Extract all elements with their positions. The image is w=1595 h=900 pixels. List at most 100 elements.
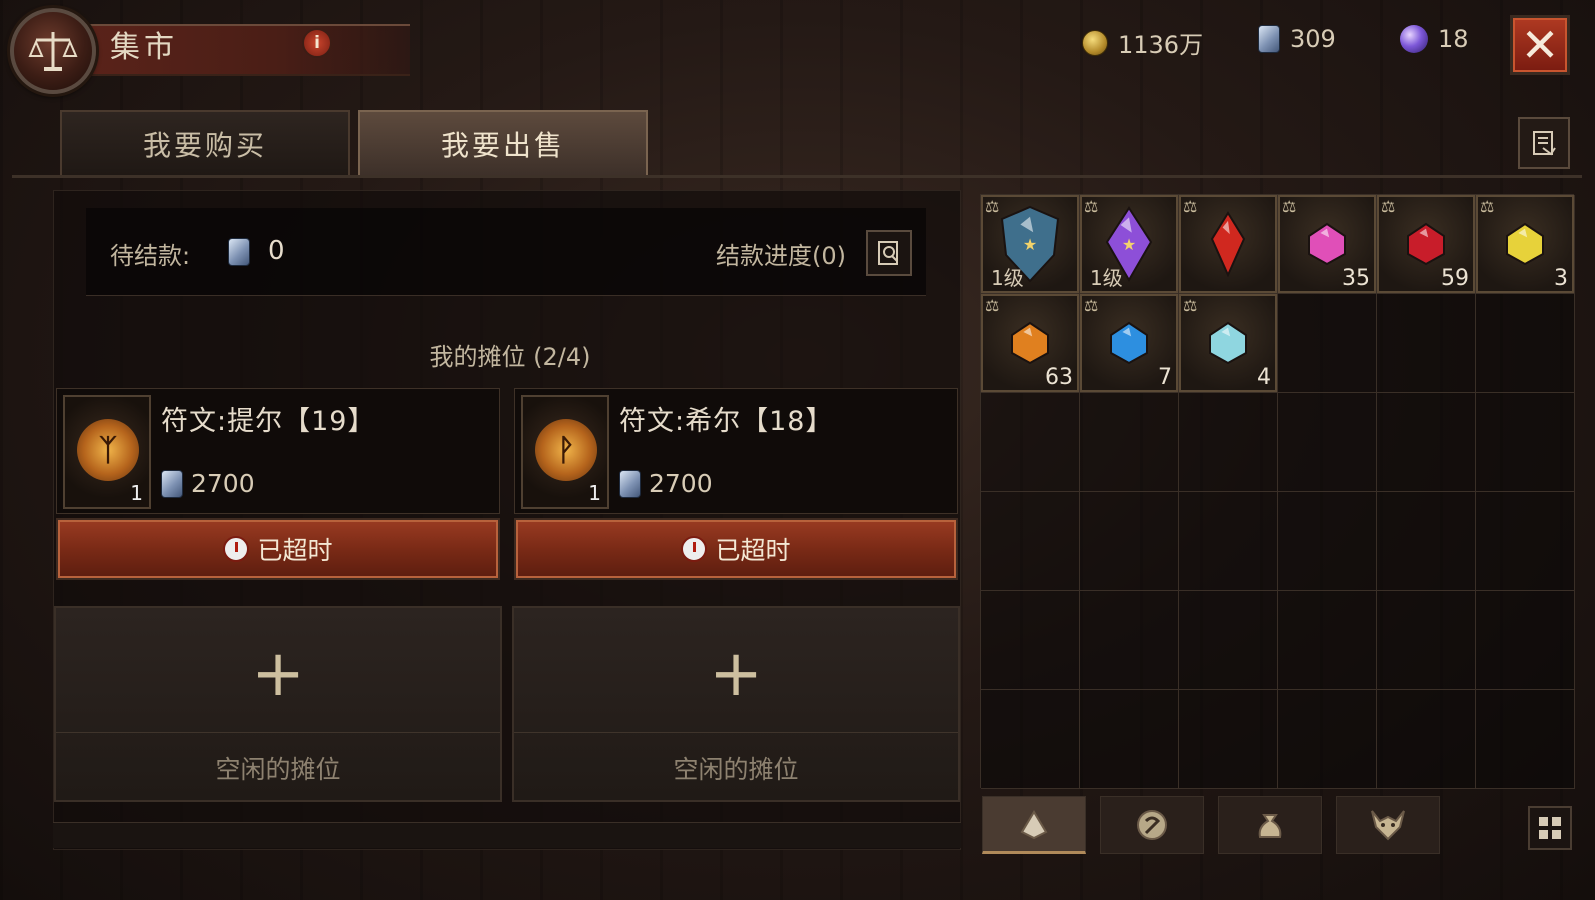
rune-icon: ᚹ (535, 419, 597, 481)
inventory-slot[interactable] (1278, 393, 1377, 492)
tab-divider (12, 175, 1582, 178)
inventory-slot[interactable]: ⚖ 4 (1179, 294, 1278, 393)
demon-tab-icon[interactable] (1336, 796, 1440, 854)
inventory-slot[interactable] (1179, 393, 1278, 492)
inventory-slot[interactable] (1278, 591, 1377, 690)
tab-buy[interactable]: 我要购买 (60, 110, 350, 176)
stall-card[interactable]: ᛉ 1 符文:提尔【19】 2700 (56, 388, 500, 514)
rune-icon: ᛉ (77, 419, 139, 481)
gold-coin-icon (1082, 29, 1108, 56)
grid-view-icon[interactable] (1528, 806, 1572, 850)
bag-tab-icon[interactable] (1218, 796, 1322, 854)
inventory-slot[interactable] (1179, 492, 1278, 591)
inventory-slot[interactable] (981, 690, 1080, 789)
clock-icon (681, 536, 708, 562)
inventory-slot[interactable] (1377, 294, 1476, 393)
item-quantity: 4 (1257, 365, 1271, 390)
stall-listing: ᚹ 1 符文:希尔【18】 2700 已超时 (514, 388, 958, 584)
inventory-slot[interactable]: ⚖ ★ 1级 (1080, 195, 1179, 294)
empty-stall-label: 空闲的摊位 (673, 755, 799, 784)
clock-icon (223, 536, 250, 562)
item-count: 1 (130, 481, 143, 505)
settlement-progress-button[interactable] (866, 230, 912, 276)
inventory-slot[interactable] (1476, 492, 1575, 591)
close-icon: ✕ (1520, 18, 1560, 72)
status-label: 已超时 (257, 536, 333, 565)
inventory-slot[interactable]: ⚖ (1179, 195, 1278, 294)
tradeable-scale-icon: ⚖ (1480, 197, 1495, 216)
item-level: 1级 (1090, 266, 1123, 290)
inventory-slot[interactable] (1278, 294, 1377, 393)
item-quantity: 59 (1441, 266, 1469, 291)
close-button[interactable]: ✕ (1510, 15, 1570, 75)
svg-text:★: ★ (1023, 235, 1037, 254)
charm-tab-icon[interactable] (1100, 796, 1204, 854)
inventory-slot[interactable] (1179, 690, 1278, 789)
inventory-slot[interactable] (1476, 591, 1575, 690)
platinum-icon (619, 469, 641, 498)
inventory-slot[interactable] (1080, 393, 1179, 492)
inventory-slot[interactable] (1080, 591, 1179, 690)
tradeable-scale-icon: ⚖ (1282, 197, 1297, 216)
yellow-gem-icon (1506, 222, 1544, 266)
tradeable-scale-icon: ⚖ (1084, 197, 1099, 216)
item-name: 符文:希尔【18】 (619, 406, 834, 437)
inventory-slot[interactable] (1476, 393, 1575, 492)
inventory-slot[interactable] (1278, 690, 1377, 789)
inventory-slot[interactable]: ⚖ 7 (1080, 294, 1179, 393)
expired-status-button[interactable]: 已超时 (514, 518, 958, 580)
stall-listing: ᛉ 1 符文:提尔【19】 2700 已超时 (56, 388, 500, 584)
item-quantity: 35 (1342, 266, 1370, 291)
inventory-slot[interactable] (981, 393, 1080, 492)
currency-gold: 1136万 (1082, 25, 1203, 60)
inventory-slot[interactable]: ⚖ 63 (981, 294, 1080, 393)
inventory-slot[interactable] (1377, 393, 1476, 492)
platinum-icon (161, 469, 183, 498)
inventory-slot[interactable]: ⚖ 3 (1476, 195, 1575, 294)
orb-amount: 18 (1438, 25, 1469, 53)
inventory-slot[interactable] (981, 492, 1080, 591)
inventory-slot[interactable]: ⚖ 59 (1377, 195, 1476, 294)
tradeable-scale-icon: ⚖ (1183, 197, 1198, 216)
inventory-grid: ⚖ ★ 1级 ⚖ ★ 1级 ⚖ ⚖ 35 ⚖ 59 ⚖ 3 ⚖ 63 ⚖ 7 ⚖ 4 (980, 194, 1575, 789)
inventory-slot[interactable] (1179, 591, 1278, 690)
pending-value: 0 (268, 236, 285, 266)
item-price: 2700 (619, 469, 713, 498)
inventory-slot[interactable]: ⚖ 35 (1278, 195, 1377, 294)
stall-card[interactable]: ᚹ 1 符文:希尔【18】 2700 (514, 388, 958, 514)
item-name: 符文:提尔【19】 (161, 406, 376, 437)
item-count: 1 (588, 481, 601, 505)
rune-tab-icon[interactable] (982, 796, 1086, 854)
page-title: 集市 (110, 30, 178, 65)
inventory-slot[interactable] (1377, 591, 1476, 690)
currency-orb: 18 (1400, 25, 1469, 53)
inventory-slot[interactable] (1476, 690, 1575, 789)
svg-text:★: ★ (1122, 235, 1136, 254)
inventory-slot[interactable] (1080, 492, 1179, 591)
panel-footer (53, 822, 961, 848)
item-quantity: 7 (1158, 365, 1172, 390)
scroll-log-icon (1533, 131, 1556, 156)
cyan-gem-icon (1209, 321, 1247, 365)
inventory-slot[interactable] (1377, 492, 1476, 591)
platinum-amount: 309 (1290, 25, 1336, 53)
inventory-slot[interactable] (1278, 492, 1377, 591)
expired-status-button[interactable]: 已超时 (56, 518, 500, 580)
red-crystal-icon (1210, 211, 1246, 277)
rune-slot: ᛉ 1 (63, 395, 151, 509)
inventory-slot[interactable] (981, 591, 1080, 690)
settlement-progress-label: 结款进度(0) (716, 242, 846, 270)
pink-gem-icon (1308, 222, 1346, 266)
inventory-slot[interactable] (1080, 690, 1179, 789)
plus-icon: + (251, 637, 305, 711)
info-icon[interactable]: i (302, 28, 332, 58)
tab-sell[interactable]: 我要出售 (358, 110, 648, 176)
platinum-icon (1258, 25, 1280, 53)
tradeable-scale-icon: ⚖ (985, 296, 1000, 315)
inventory-slot[interactable]: ⚖ ★ 1级 (981, 195, 1080, 294)
empty-stall[interactable]: + 空闲的摊位 (54, 606, 502, 802)
inventory-slot[interactable] (1476, 294, 1575, 393)
log-button[interactable] (1518, 117, 1570, 169)
inventory-slot[interactable] (1377, 690, 1476, 789)
empty-stall[interactable]: + 空闲的摊位 (512, 606, 960, 802)
